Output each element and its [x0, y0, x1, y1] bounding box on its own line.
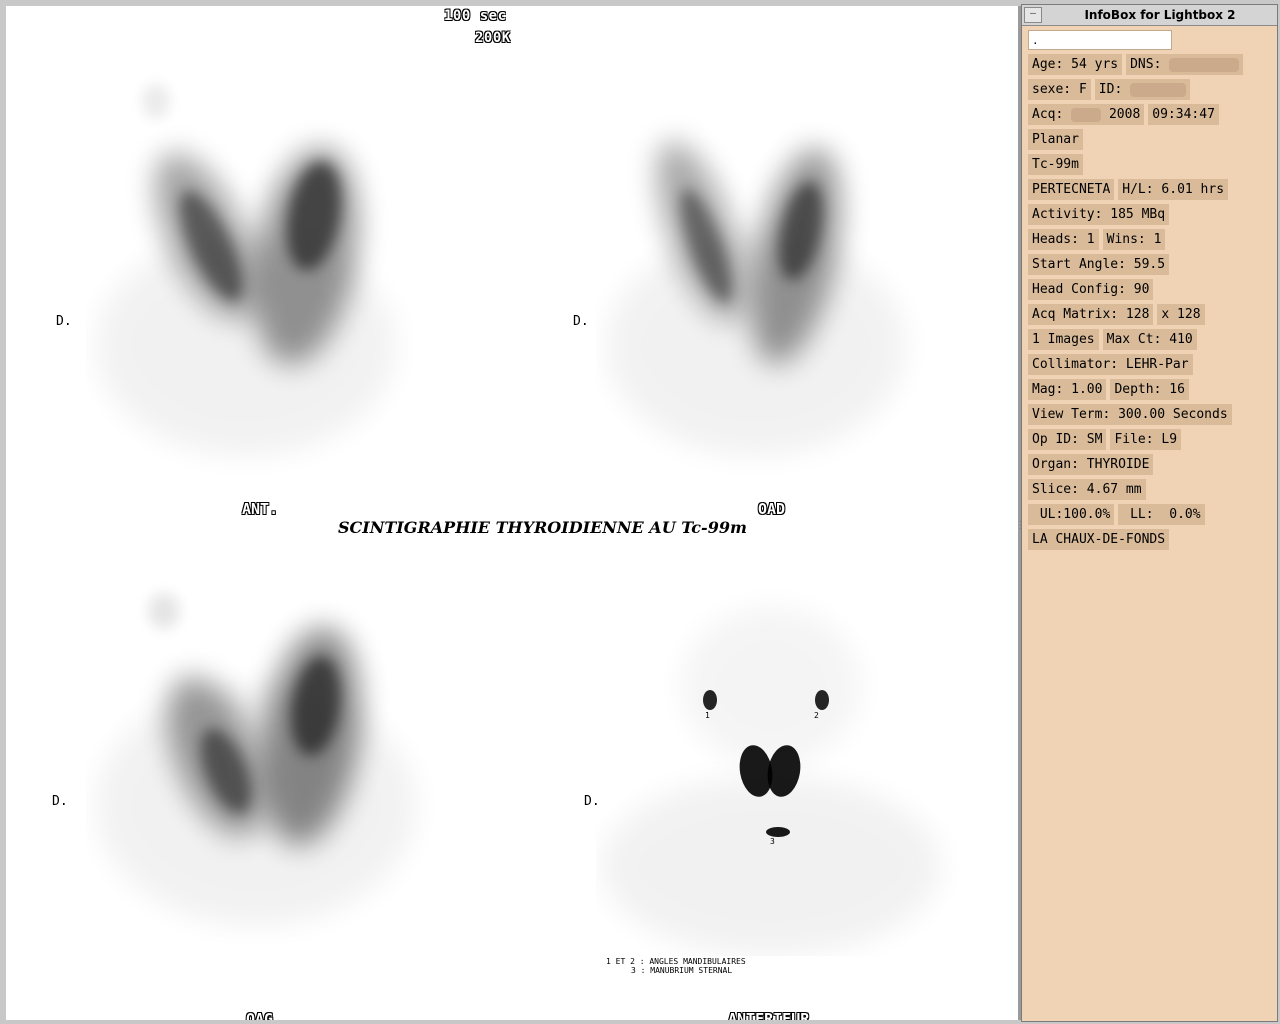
scan-oad[interactable]: [596, 46, 966, 486]
acq-matrix-y-cell: x 128: [1157, 304, 1205, 325]
id-label: ID:: [1098, 82, 1123, 97]
mag-cell: Mag: 1.00: [1028, 379, 1107, 400]
start-angle-cell: Start Angle: 59.5: [1028, 254, 1170, 275]
images-cell: 1 Images: [1028, 329, 1099, 350]
lower-level-cell[interactable]: LL: 0.0%: [1118, 504, 1205, 525]
view-label-ant: ANT.: [242, 500, 279, 518]
view-label-oad: OAD: [758, 500, 786, 518]
id-cell: ID:: [1094, 79, 1191, 100]
patient-name-field: .: [1028, 30, 1172, 50]
isotope-cell: Tc-99m: [1028, 154, 1083, 175]
organ-cell: Organ: THYROIDE: [1028, 454, 1154, 475]
page-title: SCINTIGRAPHIE THYROIDIENNE AU Tc-99m: [338, 518, 747, 537]
marker-1: 1: [705, 711, 710, 720]
head-config-cell: Head Config: 90: [1028, 279, 1154, 300]
infobox-panel: — InfoBox for Lightbox 2 . Age: 54 yrs D…: [1021, 4, 1278, 1022]
window-menu-icon[interactable]: —: [1024, 7, 1042, 23]
counts-label: 200K: [475, 30, 511, 46]
side-marker-right: D.: [584, 794, 600, 809]
acq-date-cell: Acq: 2008: [1028, 104, 1145, 125]
marker-2: 2: [814, 711, 819, 720]
view-label-anterieur: ANTERIEUR: [728, 1010, 810, 1020]
scan-anterieur[interactable]: [596, 586, 966, 956]
acq-matrix-cell: Acq Matrix: 128: [1028, 304, 1154, 325]
side-marker-right: D.: [52, 794, 68, 809]
site-cell: LA CHAUX-DE-FONDS: [1028, 529, 1170, 550]
scan-oag[interactable]: [86, 566, 466, 1006]
max-count-cell: Max Ct: 410: [1102, 329, 1197, 350]
file-cell: File: L9: [1110, 429, 1182, 450]
marker-3: 3: [770, 837, 775, 846]
dns-label: DNS:: [1130, 57, 1162, 72]
acq-year: 2008: [1108, 107, 1141, 122]
age-cell: Age: 54 yrs: [1028, 54, 1123, 75]
splitter-handle[interactable]: ⋮: [1016, 520, 1026, 540]
view-label-oag: OAG: [246, 1010, 274, 1020]
lightbox-viewer[interactable]: 100 sec 200K D. ANT. D. OAD SCINTIGRAPHI…: [6, 6, 1021, 1020]
half-life-cell: H/L: 6.01 hrs: [1118, 179, 1229, 200]
mode-cell: Planar: [1028, 129, 1083, 150]
tracer-cell: PERTECNETA: [1028, 179, 1115, 200]
slice-cell: Slice: 4.67 mm: [1028, 479, 1146, 500]
acquisition-time-label: 100 sec: [444, 8, 507, 24]
acq-time-cell: 09:34:47: [1148, 104, 1219, 125]
redacted-value: [1169, 57, 1240, 72]
sex-cell: sexe: F: [1028, 79, 1091, 100]
scan-ant[interactable]: [86, 46, 466, 486]
collimator-cell: Collimator: LEHR-Par: [1028, 354, 1193, 375]
activity-cell: Activity: 185 MBq: [1028, 204, 1170, 225]
dns-cell: DNS:: [1126, 54, 1244, 75]
upper-level-cell[interactable]: UL:100.0%: [1028, 504, 1115, 525]
heads-cell: Heads: 1: [1028, 229, 1099, 250]
side-marker-right: D.: [56, 314, 72, 329]
op-id-cell: Op ID: SM: [1028, 429, 1107, 450]
redacted-value: [1071, 107, 1102, 122]
depth-cell: Depth: 16: [1110, 379, 1189, 400]
view-term-cell: View Term: 300.00 Seconds: [1028, 404, 1232, 425]
legend-line-1: 1 ET 2 : ANGLES MANDIBULAIRES: [606, 957, 746, 966]
legend-line-2: 3 : MANUBRIUM STERNAL: [631, 966, 733, 975]
acq-date-label: Acq:: [1032, 107, 1064, 122]
infobox-title: InfoBox for Lightbox 2: [1084, 8, 1236, 22]
side-marker-right: D.: [573, 314, 589, 329]
infobox-titlebar[interactable]: — InfoBox for Lightbox 2: [1022, 5, 1277, 26]
wins-cell: Wins: 1: [1102, 229, 1166, 250]
redacted-value: [1130, 82, 1187, 97]
